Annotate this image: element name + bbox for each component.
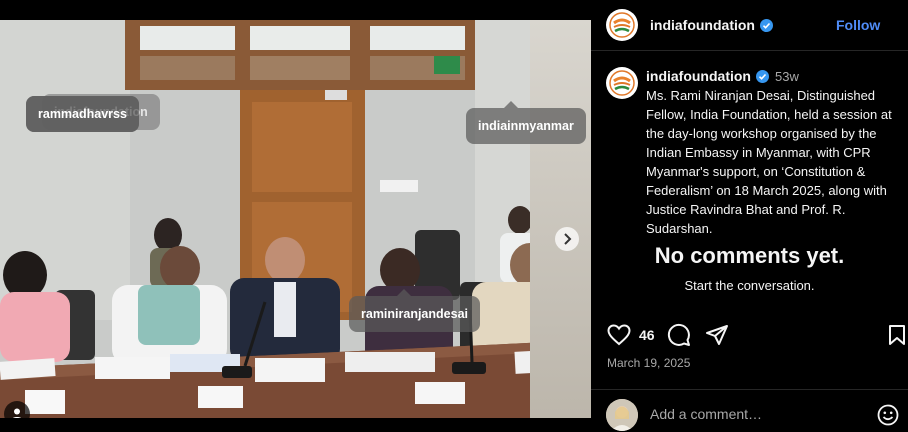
verified-icon	[759, 19, 773, 32]
user-tag-indiainmyanmar[interactable]: indiainmyanmar	[466, 101, 586, 144]
india-foundation-logo	[609, 70, 635, 96]
emoji-button[interactable]	[877, 404, 899, 431]
post-date[interactable]: March 19, 2025	[607, 356, 690, 370]
emoji-icon	[877, 404, 899, 426]
account-name[interactable]: indiafoundation	[650, 17, 773, 33]
action-bar: 46	[607, 323, 729, 347]
comment-composer: Add a comment…	[591, 397, 908, 431]
heart-icon	[607, 324, 631, 346]
like-button[interactable]	[607, 324, 631, 346]
post-caption: indiafoundation 53w Ms. Rami Niranjan De…	[646, 67, 904, 238]
follow-button[interactable]: Follow	[836, 17, 880, 33]
caption-author[interactable]: indiafoundation	[646, 68, 751, 84]
post-header: indiafoundation Follow	[591, 0, 908, 51]
workshop-photo	[0, 20, 591, 418]
comment-icon	[667, 323, 690, 346]
current-user-avatar	[606, 399, 638, 431]
caption-avatar[interactable]	[606, 67, 638, 99]
next-slide-button[interactable]	[555, 227, 579, 251]
india-foundation-logo	[609, 12, 635, 38]
bookmark-icon	[889, 325, 905, 345]
like-count[interactable]: 46	[639, 327, 655, 343]
post-age[interactable]: 53w	[775, 69, 799, 84]
save-button[interactable]	[888, 324, 906, 351]
no-comments-subtitle: Start the conversation.	[684, 278, 815, 293]
chevron-right-icon	[564, 233, 572, 245]
share-button[interactable]	[705, 323, 729, 347]
caption-text: Ms. Rami Niranjan Desai, Distinguished F…	[646, 88, 892, 236]
post-side-panel: indiafoundation Follow indiafoundation 5…	[591, 0, 908, 432]
share-icon	[705, 325, 728, 345]
profile-photo-icon	[606, 399, 638, 431]
user-tag-rammadhavrss-front[interactable]: rammadhavrss	[26, 96, 139, 132]
comment-input[interactable]: Add a comment…	[650, 406, 762, 422]
user-tag-icon	[13, 408, 21, 418]
no-comments-title: No comments yet.	[654, 243, 845, 268]
divider	[591, 389, 908, 390]
comment-button[interactable]	[667, 323, 691, 347]
avatar[interactable]	[606, 9, 638, 41]
user-tag-raminiranjandesai[interactable]: raminiranjandesai	[349, 289, 480, 332]
next-slide-peek	[530, 20, 591, 418]
post-photo-carousel[interactable]: rammadhavrss indiafoundation rammadhavrs…	[0, 20, 591, 418]
verified-icon	[755, 70, 769, 83]
